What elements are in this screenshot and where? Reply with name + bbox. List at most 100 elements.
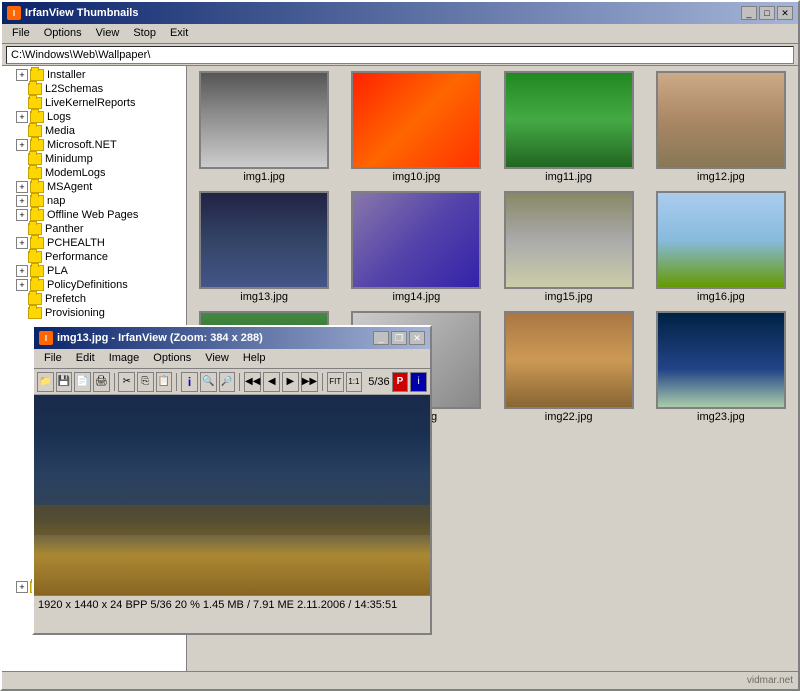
tool-prev2-button[interactable]: ◀◀ (244, 372, 261, 392)
menu-view[interactable]: View (90, 26, 126, 41)
tree-item-nap[interactable]: + nap (2, 194, 186, 208)
tree-item-logs[interactable]: + Logs (2, 110, 186, 124)
minimize-button[interactable]: _ (741, 6, 757, 20)
thumb-preview-img1 (199, 71, 329, 169)
thumb-img11[interactable]: img11.jpg (497, 71, 641, 183)
expander-policydefinitions[interactable]: + (16, 279, 28, 291)
expander-nap[interactable]: + (16, 195, 28, 207)
tree-item-pla[interactable]: + PLA (2, 264, 186, 278)
tree-item-offlinewebpages[interactable]: + Offline Web Pages (2, 208, 186, 222)
expander-microsoftnet[interactable]: + (16, 139, 28, 151)
irfan-menu-image[interactable]: Image (103, 351, 146, 366)
tool-properties-button[interactable]: 📄 (74, 372, 91, 392)
tool-print-button[interactable]: 🖨 (93, 372, 110, 392)
folder-icon-microsoftnet (30, 139, 44, 151)
tree-item-provisioning[interactable]: Provisioning (2, 306, 186, 320)
tree-label-prefetch: Prefetch (45, 293, 86, 305)
thumb-name-img11: img11.jpg (545, 171, 592, 183)
irfan-title-bar: I img13.jpg - IrfanView (Zoom: 384 x 288… (34, 327, 430, 349)
tool-fit-button[interactable]: FIT (327, 372, 344, 392)
menu-options[interactable]: Options (38, 26, 88, 41)
irfan-app-icon: I (39, 331, 53, 345)
tree-label-pla: PLA (47, 265, 68, 277)
thumb-name-img16: img16.jpg (697, 291, 745, 303)
thumb-preview-img12 (656, 71, 786, 169)
address-input[interactable] (6, 46, 794, 64)
tool-actual-button[interactable]: 1:1 (346, 372, 363, 392)
irfan-menu-view[interactable]: View (199, 351, 235, 366)
irfan-window-title: img13.jpg - IrfanView (Zoom: 384 x 288) (57, 332, 263, 344)
irfan-close-button[interactable]: ✕ (409, 331, 425, 345)
menu-exit[interactable]: Exit (164, 26, 194, 41)
tree-label-msagent: MSAgent (47, 181, 92, 193)
thumb-img10[interactable]: img10.jpg (344, 71, 488, 183)
tree-item-msagent[interactable]: + MSAgent (2, 180, 186, 194)
tree-item-installer[interactable]: + Installer (2, 68, 186, 82)
irfan-title-left: I img13.jpg - IrfanView (Zoom: 384 x 288… (39, 331, 263, 345)
tool-zoom-out-button[interactable]: 🔎 (219, 372, 236, 392)
folder-icon-installer (30, 69, 44, 81)
thumb-img16[interactable]: img16.jpg (649, 191, 793, 303)
menu-file[interactable]: File (6, 26, 36, 41)
tool-cut-button[interactable]: ✂ (118, 372, 135, 392)
folder-icon-media (28, 125, 42, 137)
tree-item-performance[interactable]: Performance (2, 250, 186, 264)
tool-next2-button[interactable]: ▶▶ (301, 372, 318, 392)
irfan-restore-button[interactable]: ❐ (391, 331, 407, 345)
expander-installer[interactable]: + (16, 69, 28, 81)
tree-item-l2schemas[interactable]: L2Schemas (2, 82, 186, 96)
menu-stop[interactable]: Stop (127, 26, 162, 41)
tree-item-modemlogs[interactable]: ModemLogs (2, 166, 186, 180)
thumb-img13[interactable]: img13.jpg (192, 191, 336, 303)
folder-icon-livekernelreports (28, 97, 42, 109)
thumb-name-img13: img13.jpg (240, 291, 288, 303)
tool-save-button[interactable]: 💾 (56, 372, 73, 392)
tree-item-panther[interactable]: Panther (2, 222, 186, 236)
irfan-menu-help[interactable]: Help (237, 351, 272, 366)
irfan-minimize-button[interactable]: _ (373, 331, 389, 345)
expander-pla[interactable]: + (16, 265, 28, 277)
tool-next-button[interactable]: ▶ (282, 372, 299, 392)
thumb-img12[interactable]: img12.jpg (649, 71, 793, 183)
thumb-name-img23: img23.jpg (697, 411, 745, 423)
tree-label-panther: Panther (45, 223, 84, 235)
tool-open-button[interactable]: 📁 (37, 372, 54, 392)
tree-item-livekernelreports[interactable]: LiveKernelReports (2, 96, 186, 110)
tool-info-button[interactable]: i (181, 372, 198, 392)
address-bar (2, 44, 798, 66)
thumb-img22[interactable]: img22.jpg (497, 311, 641, 423)
app-icon: I (7, 6, 21, 20)
thumb-img1[interactable]: img1.jpg (192, 71, 336, 183)
tool-prev-button[interactable]: ◀ (263, 372, 280, 392)
expander-winsxs[interactable]: + (16, 581, 28, 593)
irfan-menu-file[interactable]: File (38, 351, 68, 366)
tree-item-prefetch[interactable]: Prefetch (2, 292, 186, 306)
tool-copy-button[interactable]: ⎘ (137, 372, 154, 392)
tree-item-pchealth[interactable]: + PCHEALTH (2, 236, 186, 250)
thumb-img15[interactable]: img15.jpg (497, 191, 641, 303)
expander-pchealth[interactable]: + (16, 237, 28, 249)
tree-item-policydefinitions[interactable]: + PolicyDefinitions (2, 278, 186, 292)
thumb-preview-img10 (351, 71, 481, 169)
tool-zoom-in-button[interactable]: 🔍 (200, 372, 217, 392)
irfan-menu-options[interactable]: Options (147, 351, 197, 366)
main-window-title: IrfanView Thumbnails (25, 7, 139, 19)
tree-item-microsoftnet[interactable]: + Microsoft.NET (2, 138, 186, 152)
tree-label-installer: Installer (47, 69, 86, 81)
thumb-img23[interactable]: img23.jpg (649, 311, 793, 423)
tool-paste-button[interactable]: 📋 (156, 372, 173, 392)
tree-label-microsoftnet: Microsoft.NET (47, 139, 117, 151)
thumb-img14[interactable]: img14.jpg (344, 191, 488, 303)
thumb-name-img1: img1.jpg (243, 171, 285, 183)
expander-logs[interactable]: + (16, 111, 28, 123)
maximize-button[interactable]: □ (759, 6, 775, 20)
tree-item-media[interactable]: Media (2, 124, 186, 138)
expander-offlinewebpages[interactable]: + (16, 209, 28, 221)
irfan-menu-edit[interactable]: Edit (70, 351, 101, 366)
close-button[interactable]: ✕ (777, 6, 793, 20)
tree-item-minidump[interactable]: Minidump (2, 152, 186, 166)
toolbar-separator-1 (114, 373, 115, 391)
tool-extra-button[interactable]: i (410, 372, 427, 392)
tool-irfan-button[interactable]: P (392, 372, 409, 392)
expander-msagent[interactable]: + (16, 181, 28, 193)
